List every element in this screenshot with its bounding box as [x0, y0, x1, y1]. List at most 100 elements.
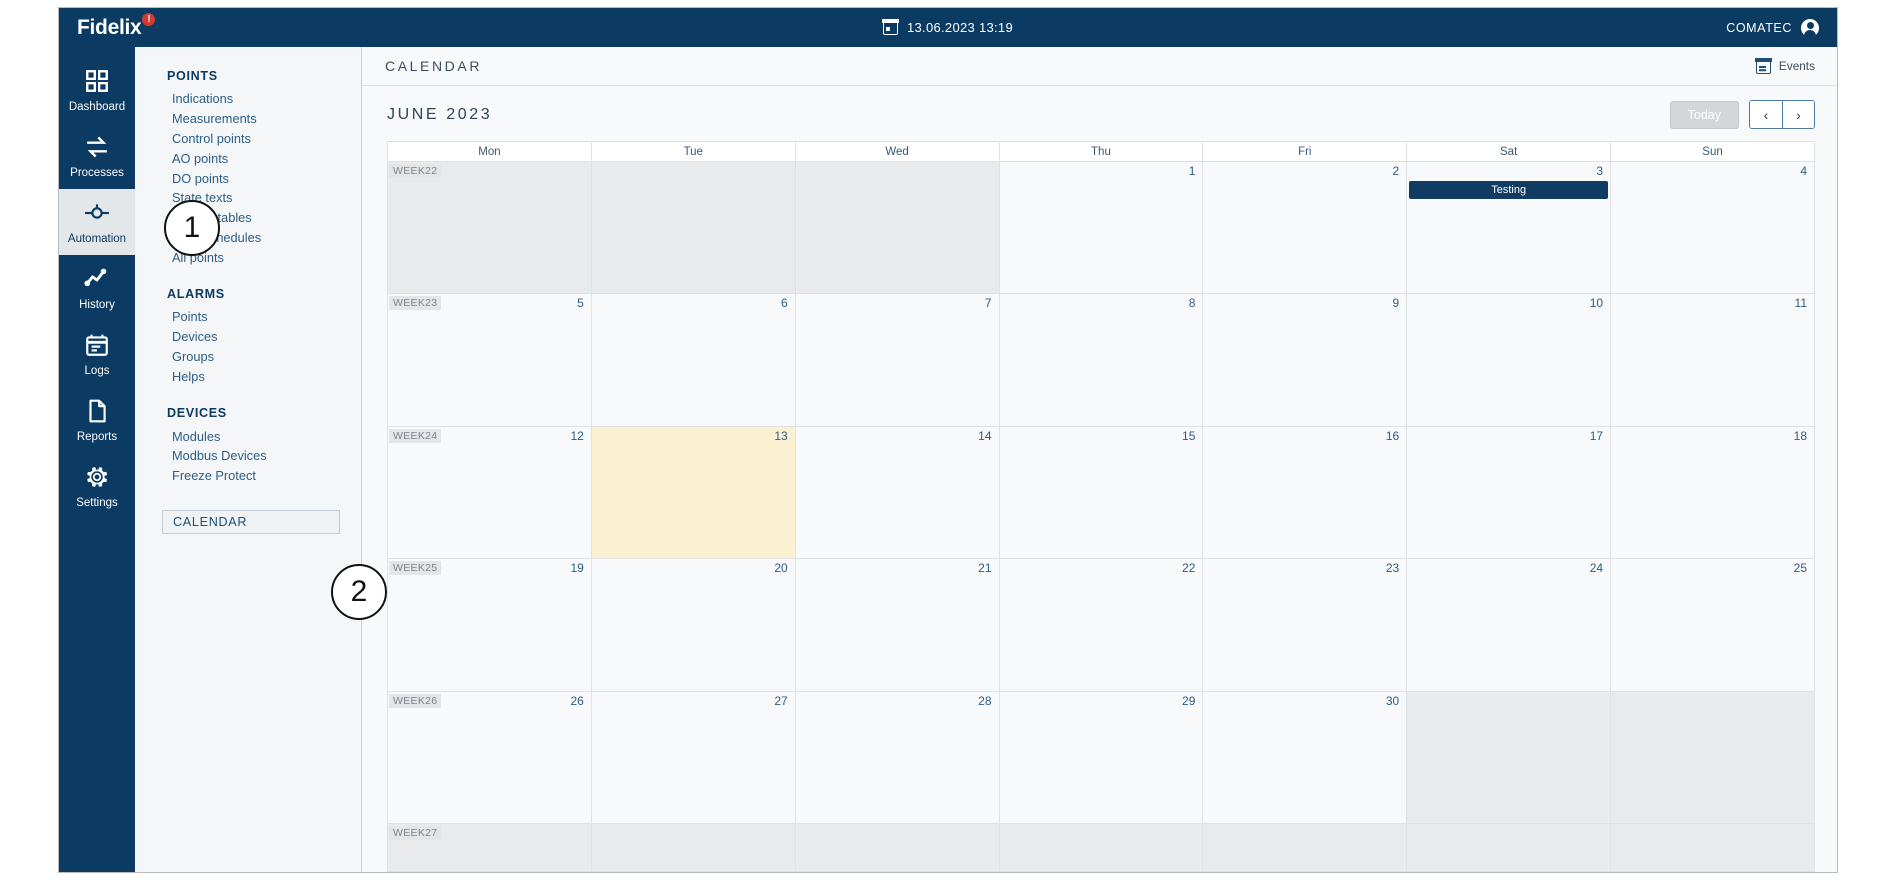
menu-item-indications[interactable]: Indications [135, 89, 361, 109]
calendar-day-cell[interactable]: WEEK22 [387, 160, 592, 295]
calendar-day-cell[interactable]: 20 [590, 558, 796, 692]
rail-item-logs[interactable]: Logs [59, 321, 135, 387]
calendar-day-cell[interactable] [590, 160, 796, 295]
gear-icon [84, 464, 110, 490]
calendar-day-cell[interactable]: 21 [794, 558, 1000, 692]
weekday-header-wed: Wed [794, 141, 1000, 162]
calendar-nav-controls: Today ‹ › [1669, 100, 1815, 129]
calendar-day-cell[interactable] [998, 823, 1204, 872]
calendar-day-cell[interactable]: WEEK23 5 [387, 293, 592, 427]
calendar-day-cell[interactable]: 23 [1202, 558, 1408, 692]
day-number: 14 [978, 428, 992, 443]
calendar-day-cell[interactable] [1406, 823, 1612, 872]
menu-item-helps[interactable]: Helps [135, 366, 361, 386]
calendar-day-cell[interactable]: 18 [1610, 425, 1815, 560]
menu-item-groups[interactable]: Groups [135, 347, 361, 367]
calendar-day-cell[interactable]: 8 [998, 293, 1204, 427]
calendar-day-cell[interactable]: 30 [1202, 690, 1408, 825]
day-number: 3 [1596, 164, 1604, 178]
day-number: 18 [1793, 428, 1807, 443]
calendar-day-cell[interactable]: 1 [998, 160, 1204, 295]
user-menu[interactable]: COMATEC [1726, 18, 1819, 38]
calendar-day-cell[interactable] [590, 823, 796, 872]
calendar-day-cell[interactable]: WEEK24 12 [387, 425, 592, 560]
calendar-day-cell[interactable]: 15 [998, 425, 1204, 560]
chevron-right-icon[interactable]: › [1782, 101, 1814, 128]
calendar-day-cell[interactable]: WEEK25 19 [387, 558, 592, 692]
week-number-badge: WEEK24 [389, 428, 442, 443]
calendar-icon [1755, 57, 1772, 74]
menu-item-all-points[interactable]: All points [135, 247, 361, 267]
menu-item-calendar[interactable]: CALENDAR [162, 509, 340, 534]
app-body: Dashboard Processes Automation History Logs R… [59, 47, 1837, 872]
day-number: 19 [570, 561, 584, 576]
brand-name: Fidelix [77, 15, 142, 39]
alarm-badge-icon[interactable]: ! [142, 12, 156, 26]
rail-item-settings[interactable]: Settings [59, 453, 135, 519]
day-number: 11 [1794, 296, 1807, 311]
calendar-day-cell[interactable]: 25 [1610, 558, 1815, 692]
calendar-week-row: WEEK25 19 20 21 22 23 24 25 [387, 558, 1815, 692]
calendar-day-cell[interactable]: 3 Testing [1406, 160, 1612, 295]
rail-item-history[interactable]: History [59, 255, 135, 321]
calendar-day-cell[interactable]: 9 [1202, 293, 1408, 427]
rail-item-automation[interactable]: Automation [59, 189, 135, 255]
loop-arrows-icon [84, 134, 110, 160]
rail-item-label: Logs [84, 364, 110, 377]
menu-item-ao-points[interactable]: AO points [135, 148, 361, 168]
calendar-day-cell[interactable] [794, 823, 1000, 872]
events-button[interactable]: Events [1755, 57, 1815, 74]
trend-line-icon [84, 266, 110, 292]
day-number: 13 [774, 428, 788, 443]
calendar-day-cell[interactable] [1202, 823, 1408, 872]
rail-item-label: History [79, 298, 115, 311]
rail-item-label: Automation [67, 232, 127, 245]
menu-item-modbus-devices[interactable]: Modbus Devices [135, 446, 361, 466]
brand-logo[interactable]: Fidelix ! [59, 12, 274, 40]
calendar-day-cell[interactable] [794, 160, 1000, 295]
calendar-day-cell[interactable]: 2 [1202, 160, 1408, 295]
day-number: 7 [984, 296, 992, 311]
day-number: 8 [1188, 296, 1196, 311]
calendar-week-row: WEEK24 12 13 14 15 16 17 18 [387, 425, 1815, 560]
calendar-day-cell[interactable]: 11 [1610, 293, 1815, 427]
day-number: 27 [774, 693, 788, 708]
calendar-day-cell[interactable]: 6 [590, 293, 796, 427]
rail-item-reports[interactable]: Reports [59, 387, 135, 453]
rail-item-label: Settings [76, 496, 118, 509]
menu-item-state-texts[interactable]: State texts [135, 188, 361, 208]
menu-item-control-points[interactable]: Control points [135, 129, 361, 149]
chevron-left-icon[interactable]: ‹ [1750, 101, 1782, 128]
calendar-day-cell[interactable] [1610, 690, 1815, 825]
calendar-day-cell[interactable]: 16 [1202, 425, 1408, 560]
menu-item-freeze-protect[interactable]: Freeze Protect [135, 466, 361, 486]
calendar-day-cell[interactable]: WEEK26 26 [387, 690, 592, 825]
calendar-day-cell[interactable]: 22 [998, 558, 1204, 692]
calendar-day-cell[interactable] [1610, 823, 1815, 872]
calendar-day-cell-today[interactable]: 13 [590, 425, 796, 560]
today-button[interactable]: Today [1669, 100, 1739, 129]
calendar-day-cell[interactable]: 17 [1406, 425, 1612, 560]
day-number: 1 [1188, 164, 1196, 178]
calendar-weekday-header-row: Mon Tue Wed Thu Fri Sat Sun [387, 141, 1815, 162]
content-header: CALENDAR Events [362, 47, 1837, 86]
menu-item-points[interactable]: Points [135, 307, 361, 327]
calendar-event[interactable]: Testing [1409, 181, 1609, 199]
rail-item-dashboard[interactable]: Dashboard [59, 57, 135, 123]
calendar-day-cell[interactable]: 7 [794, 293, 1000, 427]
menu-item-modules[interactable]: Modules [135, 426, 361, 446]
calendar-day-cell[interactable]: 27 [590, 690, 796, 825]
menu-item-measurements[interactable]: Measurements [135, 109, 361, 129]
calendar-day-cell[interactable]: 24 [1406, 558, 1612, 692]
calendar-day-cell[interactable]: 10 [1406, 293, 1612, 427]
user-avatar-icon[interactable] [1801, 18, 1819, 38]
calendar-day-cell[interactable]: WEEK27 [387, 823, 592, 872]
calendar-day-cell[interactable] [1406, 690, 1612, 825]
calendar-day-cell[interactable]: 29 [998, 690, 1204, 825]
menu-item-devices[interactable]: Devices [135, 327, 361, 347]
calendar-day-cell[interactable]: 14 [794, 425, 1000, 560]
calendar-day-cell[interactable]: 28 [794, 690, 1000, 825]
menu-item-do-points[interactable]: DO points [135, 168, 361, 188]
rail-item-processes[interactable]: Processes [59, 123, 135, 189]
calendar-day-cell[interactable]: 4 [1610, 160, 1815, 295]
